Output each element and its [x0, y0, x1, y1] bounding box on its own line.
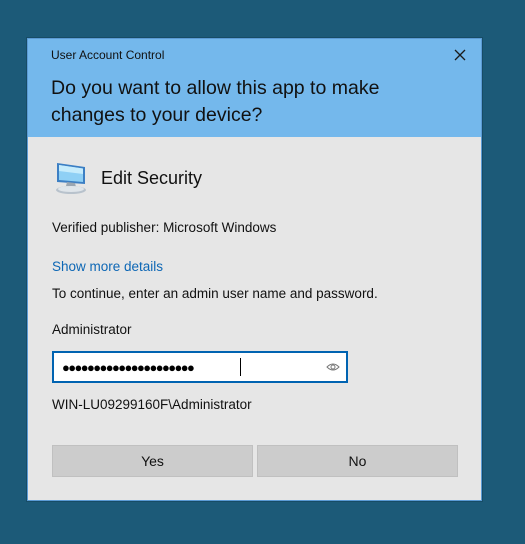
password-value: ●●●●●●●●●●●●●●●●●●●●● — [62, 360, 195, 375]
instruction-text: To continue, enter an admin user name an… — [52, 286, 378, 301]
text-caret — [240, 358, 241, 376]
app-name: Edit Security — [101, 167, 203, 188]
username-label: Administrator — [52, 322, 132, 337]
password-field[interactable]: ●●●●●●●●●●●●●●●●●●●●● — [52, 351, 348, 383]
app-info: Edit Security — [51, 160, 202, 196]
dialog-caption: User Account Control — [51, 48, 165, 62]
eye-icon[interactable] — [326, 361, 340, 373]
yes-button[interactable]: Yes — [52, 445, 253, 477]
dialog-question: Do you want to allow this app to make ch… — [51, 77, 380, 126]
uac-dialog: User Account Control Do you want to allo… — [27, 38, 482, 501]
computer-monitor-icon — [56, 163, 86, 194]
dialog-header: User Account Control Do you want to allo… — [28, 39, 481, 137]
no-button[interactable]: No — [257, 445, 458, 477]
close-icon — [454, 49, 466, 61]
close-button[interactable] — [449, 45, 471, 65]
show-more-details-link[interactable]: Show more details — [52, 259, 163, 274]
verified-publisher: Verified publisher: Microsoft Windows — [52, 220, 277, 235]
domain-username: WIN-LU09299160F\Administrator — [52, 397, 252, 412]
